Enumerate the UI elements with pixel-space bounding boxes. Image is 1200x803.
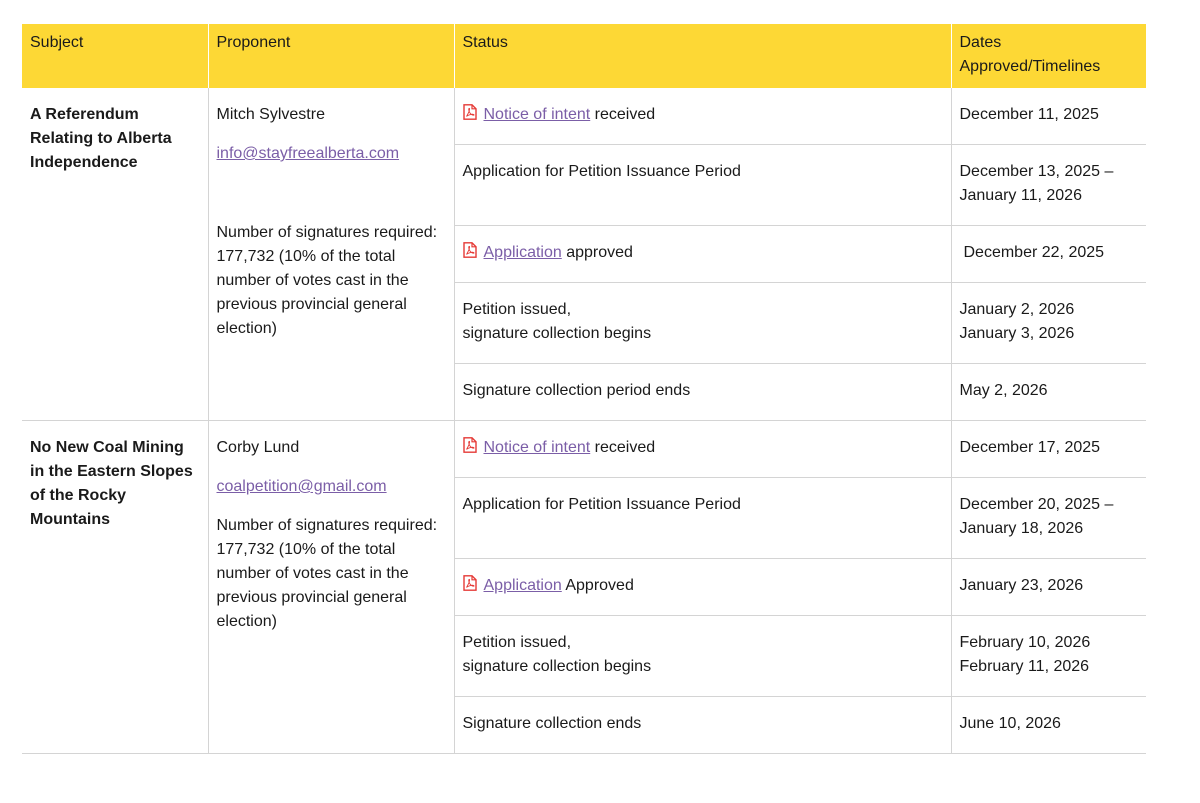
date-text: December 13, 2025 – bbox=[959, 163, 1114, 180]
status-cell: Notice of intent received bbox=[453, 420, 951, 478]
notice-of-intent-link[interactable]: Notice of intent bbox=[484, 439, 591, 456]
header-dates-line1: Dates bbox=[959, 34, 1002, 51]
proponent-cell: Mitch Sylvestre info@stayfreealberta.com… bbox=[207, 88, 454, 421]
proponent-email-link[interactable]: info@stayfreealberta.com bbox=[217, 142, 446, 166]
date-cell: January 2, 2026 January 3, 2026 bbox=[950, 282, 1146, 364]
header-proponent: Proponent bbox=[207, 24, 454, 88]
pdf-icon bbox=[462, 104, 477, 120]
date-text-secondary: January 3, 2026 bbox=[959, 325, 1075, 342]
status-text: Approved bbox=[561, 577, 634, 594]
signatures-note: Number of signatures required: 177,732 (… bbox=[216, 517, 438, 630]
signatures-note: Number of signatures required: 177,732 (… bbox=[216, 224, 438, 337]
pdf-icon bbox=[462, 437, 477, 453]
date-cell: June 10, 2026 bbox=[950, 696, 1146, 754]
status-text: Petition issued, bbox=[462, 634, 572, 651]
proponent-cell: Corby Lund coalpetition@gmail.com Number… bbox=[207, 420, 454, 754]
date-text: June 10, 2026 bbox=[959, 715, 1061, 732]
status-text: received bbox=[590, 439, 656, 456]
status-text-secondary: signature collection begins bbox=[462, 325, 652, 342]
status-cell: Petition issued, signature collection beg… bbox=[453, 282, 951, 364]
date-text-secondary: January 11, 2026 bbox=[959, 187, 1082, 204]
petitions-table-wrapper: Subject Proponent Status Dates Approved/T… bbox=[22, 24, 1146, 754]
petitions-table: Subject Proponent Status Dates Approved/T… bbox=[22, 24, 1146, 754]
date-cell: December 20, 2025 – January 18, 2026 bbox=[950, 477, 1146, 559]
status-text: Signature collection period ends bbox=[462, 382, 691, 399]
date-text: December 20, 2025 – bbox=[959, 496, 1114, 513]
date-text: January 23, 2026 bbox=[959, 577, 1084, 594]
header-subject: Subject bbox=[22, 24, 208, 88]
date-cell: January 23, 2026 bbox=[950, 558, 1146, 616]
status-text: Signature collection ends bbox=[462, 715, 642, 732]
status-cell: Application for Petition Issuance Period bbox=[453, 144, 951, 226]
notice-of-intent-link[interactable]: Notice of intent bbox=[484, 106, 591, 123]
status-cell: Notice of intent received bbox=[453, 88, 951, 145]
proponent-name: Mitch Sylvestre bbox=[216, 106, 325, 123]
date-text: February 10, 2026 bbox=[959, 634, 1091, 651]
petition-subject: No New Coal Mining in the Eastern Slopes… bbox=[22, 420, 208, 754]
table-row: No New Coal Mining in the Eastern Slopes… bbox=[22, 420, 1146, 754]
date-cell: December 13, 2025 – January 11, 2026 bbox=[950, 144, 1146, 226]
date-text: January 2, 2026 bbox=[959, 301, 1075, 318]
date-cell: December 11, 2025 bbox=[950, 88, 1146, 145]
status-text: received bbox=[590, 106, 656, 123]
date-cell: May 2, 2026 bbox=[950, 363, 1146, 421]
header-status: Status bbox=[453, 24, 951, 88]
status-cell: Application Approved bbox=[453, 558, 951, 616]
application-link[interactable]: Application bbox=[484, 577, 562, 594]
status-cell: Signature collection period ends bbox=[453, 363, 951, 421]
status-text: Application for Petition Issuance Period bbox=[462, 163, 741, 180]
date-text: May 2, 2026 bbox=[959, 382, 1048, 399]
table-header-row: Subject Proponent Status Dates Approved/T… bbox=[22, 24, 1146, 88]
header-dates: Dates Approved/Timelines bbox=[950, 24, 1146, 88]
proponent-name: Corby Lund bbox=[216, 439, 300, 456]
date-text-secondary: January 18, 2026 bbox=[959, 520, 1084, 537]
date-cell: February 10, 2026 February 11, 2026 bbox=[950, 615, 1146, 697]
proponent-email-link[interactable]: coalpetition@gmail.com bbox=[217, 475, 446, 499]
status-cell: Application for Petition Issuance Period bbox=[453, 477, 951, 559]
status-cell: Application approved bbox=[453, 225, 951, 283]
date-text: December 22, 2025 bbox=[963, 244, 1105, 261]
header-dates-line2: Approved/Timelines bbox=[959, 58, 1101, 75]
status-cell: Petition issued, signature collection beg… bbox=[453, 615, 951, 697]
table-row: A Referendum Relating to Alberta Indepen… bbox=[22, 88, 1146, 421]
date-text: December 17, 2025 bbox=[959, 439, 1101, 456]
status-text: Petition issued, bbox=[462, 301, 572, 318]
pdf-icon bbox=[462, 575, 477, 591]
status-text: approved bbox=[561, 244, 633, 261]
date-text: December 11, 2025 bbox=[959, 106, 1099, 123]
date-cell: December 22, 2025 bbox=[950, 225, 1146, 283]
date-cell: December 17, 2025 bbox=[950, 420, 1146, 478]
status-text: Application for Petition Issuance Period bbox=[462, 496, 741, 513]
date-text-secondary: February 11, 2026 bbox=[959, 658, 1090, 675]
pdf-icon bbox=[462, 242, 477, 258]
status-text-secondary: signature collection begins bbox=[462, 658, 652, 675]
petition-subject: A Referendum Relating to Alberta Indepen… bbox=[22, 88, 208, 421]
status-cell: Signature collection ends bbox=[453, 696, 951, 754]
application-link[interactable]: Application bbox=[484, 244, 562, 261]
